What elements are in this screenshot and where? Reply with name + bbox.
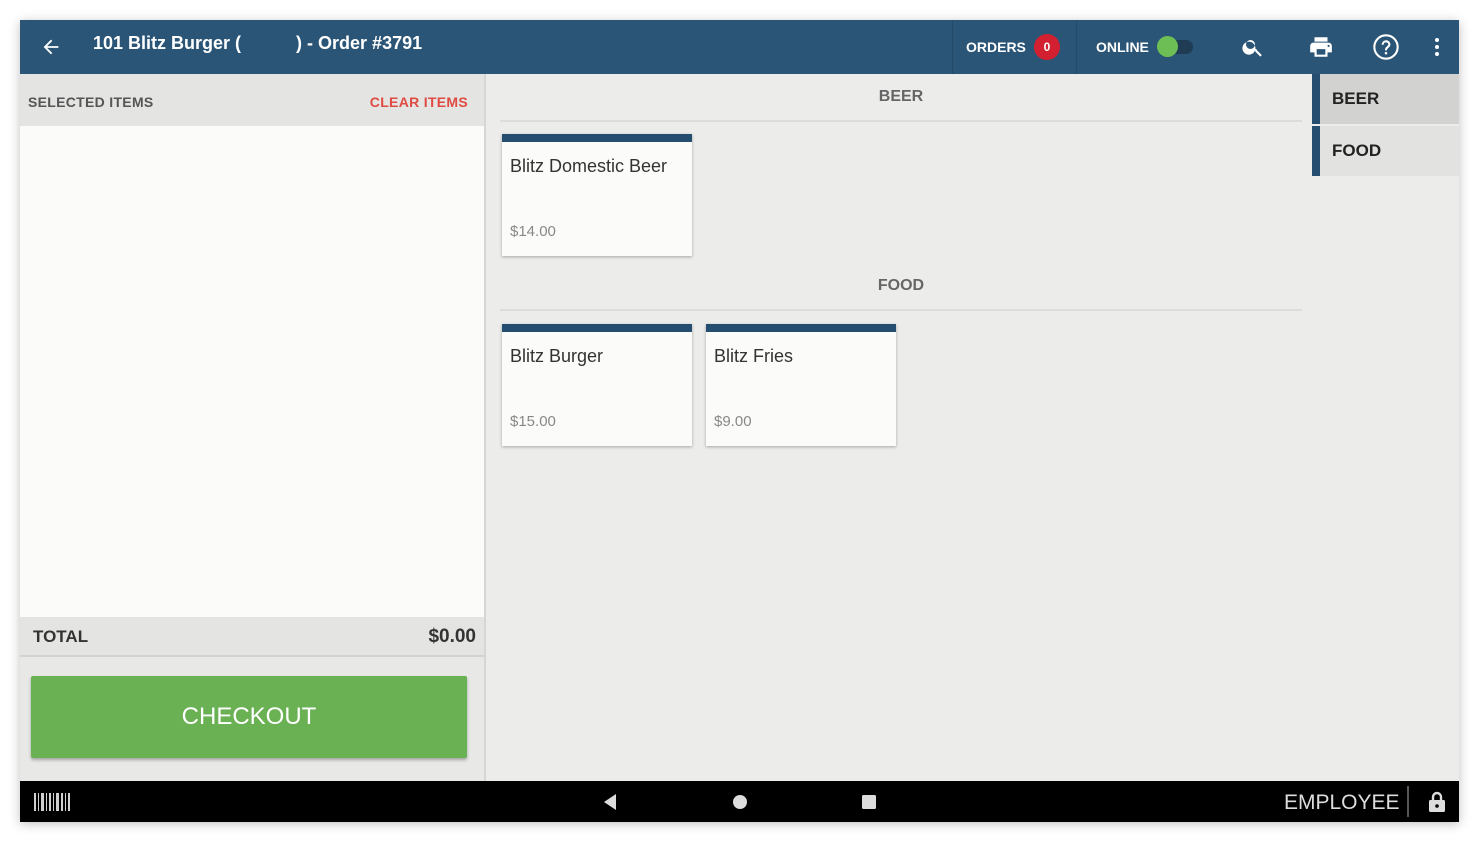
category-tabs: BEER FOOD (1312, 74, 1459, 781)
pos-app-window: 101 Blitz Burger ( ) - Order #3791 ORDER… (20, 20, 1459, 822)
top-app-bar: 101 Blitz Burger ( ) - Order #3791 ORDER… (20, 20, 1459, 74)
order-panel: SELECTED ITEMS CLEAR ITEMS TOTAL $0.00 C… (20, 74, 486, 781)
menu-item-price: $14.00 (510, 223, 556, 240)
orders-count-badge: 0 (1033, 34, 1060, 60)
order-title: 101 Blitz Burger ( ) - Order #3791 (93, 33, 423, 53)
menu-item-price: $15.00 (510, 413, 556, 430)
menu-item-price: $9.00 (714, 413, 752, 430)
more-vert-icon (1435, 38, 1439, 56)
online-toggle[interactable] (1156, 36, 1193, 57)
menu-item-name: Blitz Burger (510, 346, 604, 366)
print-button[interactable] (1305, 31, 1337, 63)
checkout-area: CHECKOUT (20, 657, 484, 781)
nav-back-button[interactable] (599, 791, 621, 813)
category-tab-food[interactable]: FOOD (1312, 126, 1459, 176)
menu-item-name: Blitz Fries (714, 346, 794, 366)
more-options-button[interactable] (1421, 31, 1453, 63)
nav-recents-button[interactable] (858, 791, 880, 813)
help-button[interactable] (1370, 31, 1402, 63)
divider (1076, 20, 1077, 74)
menu-item-card[interactable]: Blitz Domestic Beer $14.00 (502, 134, 692, 256)
clear-items-button[interactable]: CLEAR ITEMS (370, 94, 468, 110)
nav-recents-icon (862, 795, 876, 809)
selected-items-label: SELECTED ITEMS (28, 94, 154, 110)
printer-icon (1310, 37, 1332, 57)
search-button[interactable] (1237, 31, 1269, 63)
menu-item-card[interactable]: Blitz Burger $15.00 (502, 324, 692, 446)
divider (1407, 786, 1409, 817)
employee-button[interactable]: EMPLOYEE (1284, 791, 1400, 815)
card-stripe (502, 134, 692, 142)
total-value: $0.00 (428, 626, 476, 647)
section-header-beer: BEER (500, 74, 1302, 122)
nav-home-button[interactable] (729, 791, 751, 813)
online-status: ONLINE (1096, 20, 1193, 74)
menu-item-card[interactable]: Blitz Fries $9.00 (706, 324, 896, 446)
category-tab-beer[interactable]: BEER (1312, 74, 1459, 124)
nav-back-icon (604, 794, 616, 810)
total-bar: TOTAL $0.00 (20, 617, 484, 657)
lock-button[interactable] (1426, 791, 1448, 813)
lock-icon (1429, 791, 1445, 812)
search-icon (1242, 40, 1262, 57)
online-label: ONLINE (1096, 39, 1149, 55)
total-label: TOTAL (33, 627, 89, 646)
card-stripe (706, 324, 896, 332)
back-button[interactable] (36, 32, 66, 62)
nav-home-icon (733, 795, 747, 809)
selected-items-list[interactable] (20, 126, 484, 617)
checkout-button[interactable]: CHECKOUT (31, 676, 467, 758)
orders-label: ORDERS (966, 39, 1026, 55)
bottom-system-bar: EMPLOYEE (20, 781, 1459, 822)
card-stripe (502, 324, 692, 332)
divider (952, 20, 953, 74)
barcode-icon[interactable] (34, 793, 72, 811)
back-arrow-icon (43, 39, 59, 55)
selected-items-header: SELECTED ITEMS CLEAR ITEMS (20, 74, 484, 126)
menu-item-name: Blitz Domestic Beer (510, 156, 668, 176)
orders-button[interactable]: ORDERS 0 (966, 20, 1060, 74)
section-header-food: FOOD (500, 263, 1302, 311)
help-icon (1373, 34, 1399, 60)
toggle-knob (1156, 36, 1178, 57)
